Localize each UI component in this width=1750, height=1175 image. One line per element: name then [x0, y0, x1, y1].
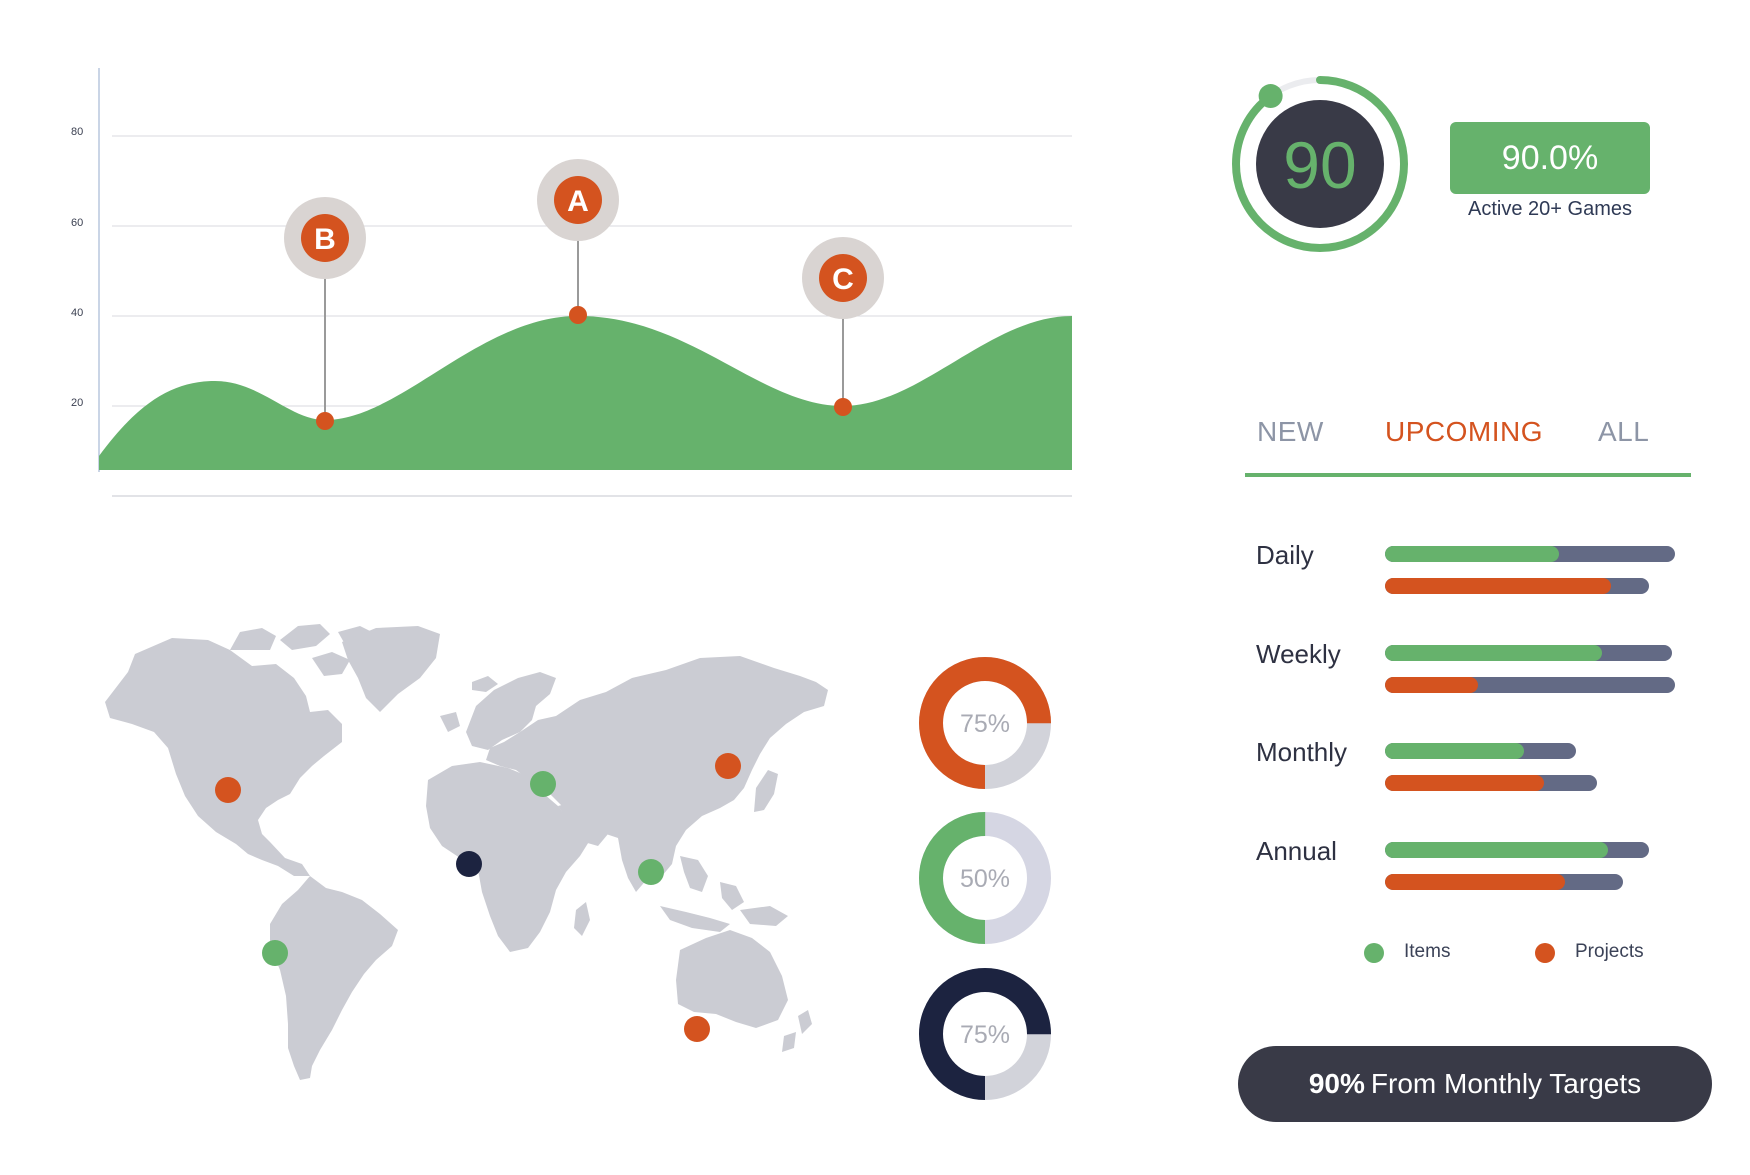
bar-fill-projects [1385, 578, 1612, 594]
donut-label: 75% [960, 1021, 1010, 1049]
donut-chart: 75% [919, 657, 1051, 789]
world-map [105, 624, 828, 1080]
legend-projects-dot [1535, 943, 1555, 963]
donut-charts: 75% 50% 75% [919, 657, 1051, 1100]
bar-track-projects [1385, 775, 1597, 791]
bar-track-items [1385, 546, 1675, 562]
bar-row-label: Annual [1256, 836, 1337, 866]
bar-row-label: Monthly [1256, 737, 1348, 767]
bar-track-projects [1385, 677, 1675, 693]
score-percent-badge: 90.0% [1450, 122, 1650, 194]
marker-b[interactable]: B [284, 197, 366, 430]
bar-track-projects [1385, 874, 1623, 890]
tab-underline [1245, 473, 1691, 477]
bar-fill-items [1385, 645, 1603, 661]
marker-c[interactable]: C [802, 237, 884, 416]
tab-new[interactable]: NEW [1257, 416, 1324, 448]
bar-track-items [1385, 645, 1673, 661]
area-chart: 80 60 40 20 B A C [71, 68, 1072, 497]
bar-fill-projects [1385, 775, 1545, 791]
legend-projects-label: Projects [1575, 941, 1644, 962]
bar-fill-items [1385, 743, 1525, 759]
target-percent: 90% [1308, 1068, 1365, 1099]
donut-label: 75% [960, 710, 1010, 738]
bar-fill-projects [1385, 677, 1478, 693]
marker-a[interactable]: A [537, 159, 619, 324]
donut-chart: 50% [919, 812, 1051, 944]
bar-track-items [1385, 842, 1649, 858]
donut-label: 50% [960, 865, 1010, 893]
map-pin-north-america[interactable] [215, 777, 241, 803]
score-value: 90 [1283, 128, 1356, 202]
donut-chart: 75% [919, 968, 1051, 1100]
y-tick-label: 20 [71, 397, 83, 409]
map-pin-north-africa[interactable] [456, 851, 482, 877]
score-caption: Active 20+ Games [1468, 198, 1632, 220]
marker-label: C [832, 263, 854, 296]
bar-track-items [1385, 743, 1577, 759]
legend-items-label: Items [1404, 941, 1451, 962]
score-knob [1258, 84, 1283, 109]
y-tick-label: 80 [71, 126, 83, 138]
bar-fill-projects [1385, 874, 1565, 890]
map-pin-australia[interactable] [684, 1016, 710, 1042]
area-fill [99, 316, 1072, 470]
map-pin-central-asia[interactable] [638, 859, 664, 885]
tab-upcoming[interactable]: UPCOMING [1385, 416, 1543, 448]
map-pin-eastern-europe[interactable] [530, 771, 556, 797]
marker-label: A [567, 185, 589, 218]
y-tick-label: 60 [71, 217, 83, 229]
bar-fill-items [1385, 546, 1559, 562]
legend-items-dot [1364, 943, 1384, 963]
bar-track-projects [1385, 578, 1649, 594]
target-text: From Monthly Targets [1370, 1068, 1642, 1099]
tab-bar: NEW UPCOMING ALL [1245, 410, 1695, 478]
monthly-targets-button[interactable]: 90% From Monthly Targets [1238, 1046, 1712, 1122]
bar-fill-items [1385, 842, 1609, 858]
y-tick-label: 40 [71, 307, 83, 319]
map-pin-siberia[interactable] [715, 753, 741, 779]
map-pin-south-america[interactable] [262, 940, 288, 966]
bar-row-label: Daily [1256, 540, 1314, 570]
marker-label: B [314, 223, 336, 256]
score-ring: 90 [1232, 76, 1408, 252]
bar-row-label: Weekly [1256, 639, 1341, 669]
tab-all[interactable]: ALL [1598, 416, 1649, 448]
